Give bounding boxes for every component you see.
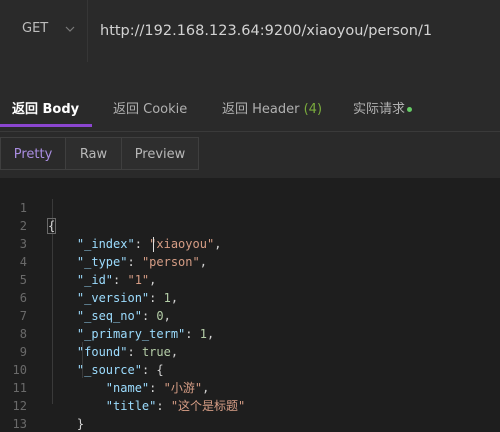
method-select[interactable]: GET [0,0,88,62]
chevron-down-icon [65,26,75,32]
pretty-button[interactable]: Pretty [0,137,66,170]
response-code-editor[interactable]: 1 { 2 "_index": "xiaoyou", 3 "_type": "p… [0,178,500,432]
code-line: 1 { [0,181,500,234]
code-line: 8 "found": true, [0,307,500,359]
code-line: 9 "_source": { [0,325,500,377]
code-line: 6 "_seq_no": 0, [0,271,500,323]
active-tab-indicator [0,124,92,127]
line-content: } [76,417,85,431]
header-count-badge: (4) [303,102,323,117]
status-dot-icon [407,107,413,112]
tab-response-header[interactable]: 返回 Header (4) [222,98,322,117]
code-line: 5 "_version": 1, [0,253,500,305]
tab-response-body[interactable]: 返回 Body [12,98,79,117]
line-number: 13 [12,417,27,431]
code-line: 7 "_primary_term": 1, [0,289,500,341]
code-line: 10 "name": "小游", [0,343,500,395]
method-label: GET [22,21,49,36]
url-input[interactable] [88,0,500,62]
tab-header-label: 返回 Header [222,102,300,117]
view-mode-bar: Pretty Raw Preview [0,132,500,178]
raw-button[interactable]: Raw [65,137,122,170]
code-line: 3 "_type": "person", [0,217,500,269]
text-caret [153,237,154,252]
code-line: 12 } [0,379,500,431]
rest-client-window: GET 返回 Body 返回 Cookie 返回 Header (4) 实际请求… [0,0,500,432]
preview-button[interactable]: Preview [121,137,199,170]
response-tabs: 返回 Body 返回 Cookie 返回 Header (4) 实际请求 [0,62,500,132]
request-bar: GET [0,0,500,62]
code-line: 13 } [0,397,500,431]
tab-response-cookie[interactable]: 返回 Cookie [113,98,187,117]
tab-actual-label: 实际请求 [353,102,406,117]
code-line: 4 "_id": "1", [0,235,500,287]
code-line: 11 "title": "这个是标题" [0,361,500,413]
tab-actual-request[interactable]: 实际请求 [353,98,413,117]
code-line: 2 "_index": "xiaoyou", [0,199,500,251]
